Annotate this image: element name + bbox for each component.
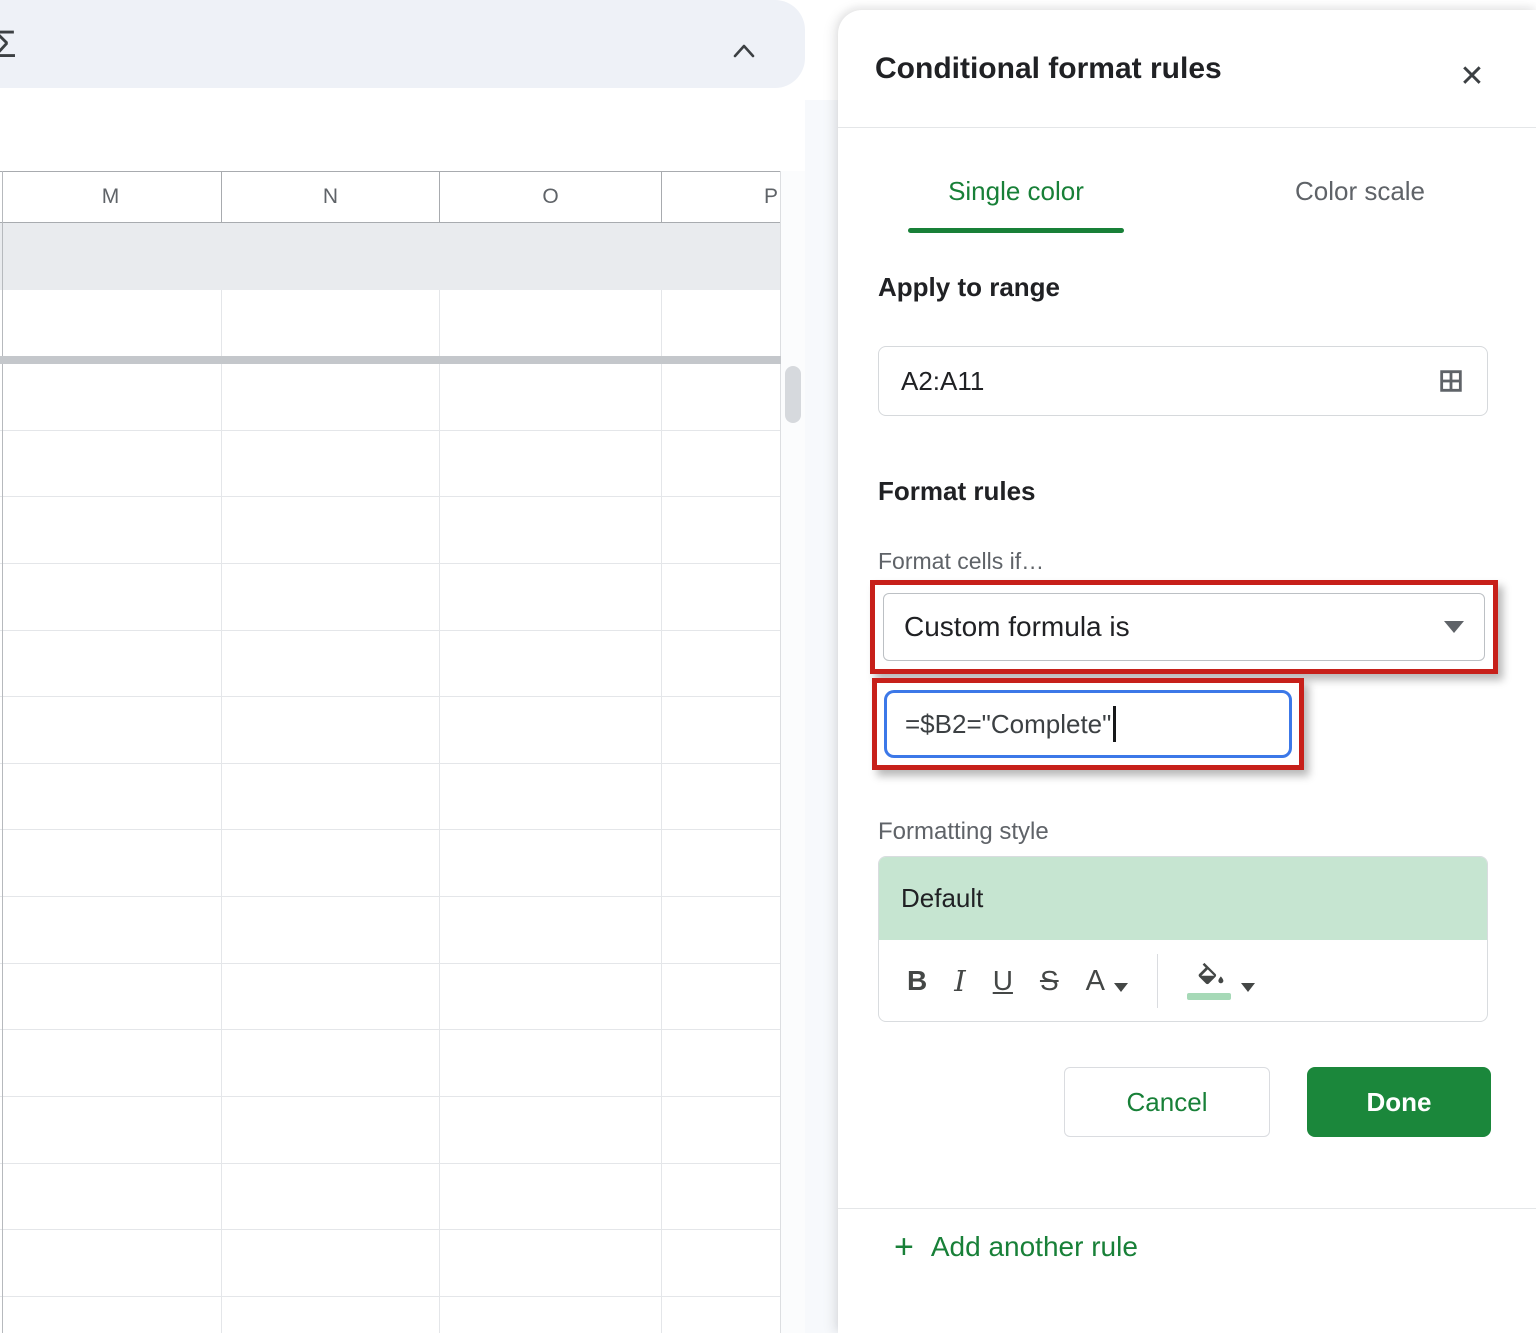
bold-button[interactable]: B (907, 965, 927, 997)
text-color-button[interactable]: A (1086, 965, 1128, 998)
cancel-button[interactable]: Cancel (1064, 1067, 1270, 1137)
underline-button[interactable]: U (993, 965, 1013, 997)
fill-color-caret-icon (1241, 983, 1255, 992)
range-input[interactable]: A2:A11 (878, 346, 1488, 416)
tab-color-scale[interactable]: Color scale (1250, 170, 1470, 212)
add-another-rule-label: Add another rule (931, 1231, 1138, 1263)
condition-dropdown[interactable]: Custom formula is (883, 593, 1485, 661)
plus-icon: + (894, 1230, 914, 1264)
grid-left-border (2, 171, 3, 1333)
strikethrough-button[interactable]: S (1040, 965, 1059, 997)
panel-gap-strip (805, 0, 838, 1333)
column-header-row: M N O P (0, 171, 781, 223)
footer-divider (838, 1208, 1536, 1209)
fill-color-swatch (1187, 993, 1231, 1000)
collapsed-toolbar-bar: Σ (0, 0, 805, 88)
toolbar-divider (1157, 954, 1158, 1008)
done-button[interactable]: Done (1307, 1067, 1491, 1137)
select-range-button[interactable] (1437, 367, 1465, 395)
dropdown-caret-icon (1444, 621, 1464, 633)
column-header-n[interactable]: N (222, 172, 440, 222)
panel-title: Conditional format rules (875, 52, 1222, 86)
close-icon: ✕ (1459, 59, 1484, 94)
condition-dropdown-highlight: Custom formula is (870, 580, 1498, 674)
formatting-style-box: Default B I U S A (878, 856, 1488, 1022)
column-header-o[interactable]: O (440, 172, 662, 222)
text-color-icon: A (1086, 965, 1105, 998)
functions-sigma-icon[interactable]: Σ (0, 24, 17, 67)
conditional-format-rules-panel: Conditional format rules ✕ Single color … (838, 10, 1536, 1333)
formula-value: =$B2="Complete" (905, 709, 1111, 740)
format-cells-if-label: Format cells if… (878, 548, 1044, 575)
range-grid-icon (1437, 367, 1465, 395)
vertical-scrollbar-track[interactable] (781, 171, 805, 1333)
formula-input[interactable]: =$B2="Complete" (884, 690, 1292, 758)
text-cursor (1113, 706, 1116, 742)
frozen-row-divider[interactable] (0, 356, 781, 364)
close-button[interactable]: ✕ (1450, 54, 1494, 98)
format-rules-heading: Format rules (878, 476, 1036, 507)
add-another-rule-button[interactable]: + Add another rule (894, 1230, 1138, 1264)
active-tab-underline (908, 228, 1124, 233)
frozen-row-highlight (0, 223, 781, 290)
style-preview-text: Default (901, 883, 983, 914)
formula-input-highlight: =$B2="Complete" (872, 678, 1304, 770)
collapse-toolbar-button[interactable] (722, 34, 766, 68)
style-preview: Default (879, 857, 1487, 940)
style-toolbar: B I U S A (879, 940, 1487, 1022)
paint-bucket-icon (1194, 962, 1224, 992)
vertical-scrollbar-thumb[interactable] (785, 366, 801, 423)
header-divider (838, 127, 1536, 128)
range-value: A2:A11 (901, 366, 984, 397)
column-header-m[interactable]: M (0, 172, 222, 222)
italic-button[interactable]: I (954, 964, 965, 998)
column-header-p[interactable]: P (662, 172, 781, 222)
text-color-caret-icon (1114, 983, 1128, 992)
formatting-style-label: Formatting style (878, 818, 1049, 846)
fill-color-button[interactable] (1187, 962, 1255, 1000)
chevron-up-icon (729, 41, 759, 61)
apply-to-range-label: Apply to range (878, 272, 1060, 303)
panel-gap-strip-top (805, 0, 838, 100)
condition-value: Custom formula is (904, 611, 1130, 643)
tab-single-color[interactable]: Single color (908, 170, 1124, 212)
